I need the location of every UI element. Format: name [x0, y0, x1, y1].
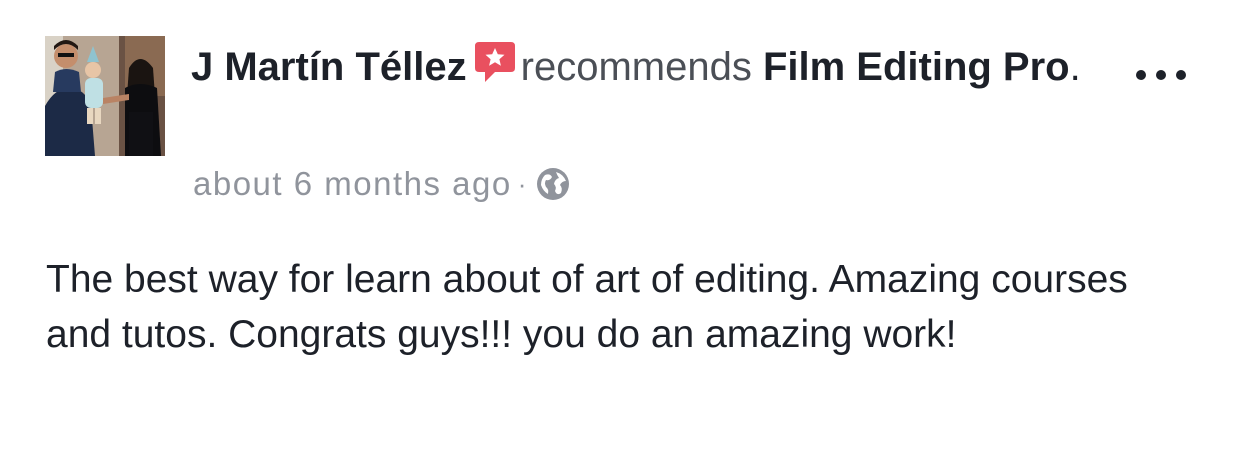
timestamp[interactable]: about 6 months ago	[193, 165, 512, 203]
recommend-star-icon	[473, 40, 517, 84]
more-dot	[1136, 70, 1146, 80]
headline-period: .	[1069, 45, 1081, 89]
globe-icon[interactable]	[536, 167, 570, 201]
avatar[interactable]	[45, 36, 165, 156]
more-dot	[1156, 70, 1166, 80]
recommends-text: recommends	[520, 45, 752, 89]
more-dot	[1176, 70, 1186, 80]
page-name-link[interactable]: Film Editing Pro	[763, 45, 1070, 89]
avatar-photo	[45, 36, 165, 156]
author-name[interactable]: J Martín Téllez	[191, 45, 467, 89]
post-headline: J Martín Téllez recommends Film Editing P…	[191, 38, 1091, 96]
post-body-text: The best way for learn about of art of e…	[46, 258, 1128, 356]
post-meta: about 6 months ago ·	[193, 162, 570, 206]
meta-separator: ·	[517, 168, 528, 199]
post-header: J Martín Téllez recommends Film Editing P…	[191, 38, 1091, 96]
more-options-icon[interactable]	[1136, 60, 1186, 90]
recommendation-post: J Martín Téllez recommends Film Editing P…	[0, 0, 1242, 450]
